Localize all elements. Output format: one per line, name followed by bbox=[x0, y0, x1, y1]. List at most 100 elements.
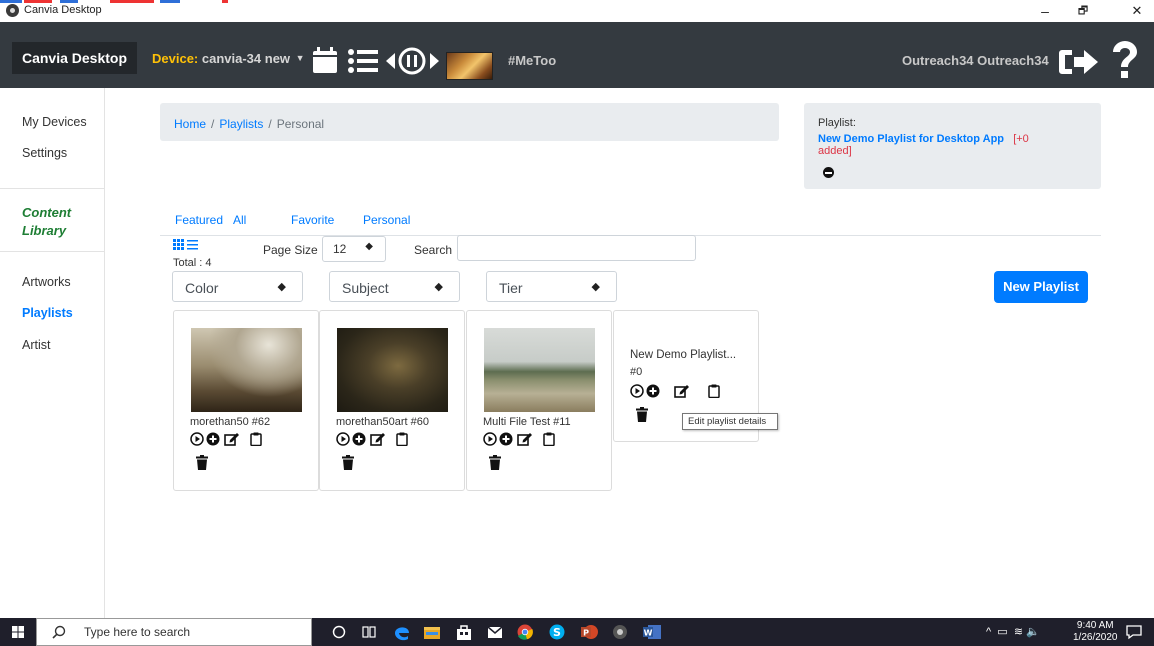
tab-featured[interactable]: Featured bbox=[175, 213, 223, 227]
play-icon[interactable] bbox=[190, 432, 204, 446]
playlist-added-suffix: added] bbox=[818, 145, 852, 157]
tab-all[interactable]: All bbox=[233, 213, 246, 227]
playlist-name[interactable]: New Demo Playlist for Desktop App [+0 ad… bbox=[818, 133, 1101, 157]
add-circle-icon[interactable] bbox=[352, 432, 366, 446]
grid-view-icon[interactable] bbox=[173, 239, 184, 250]
sidebar: My Devices Settings Content Library Artw… bbox=[0, 88, 105, 618]
edit-icon[interactable] bbox=[674, 384, 689, 398]
sidebar-section-content-library[interactable]: Content Library bbox=[22, 204, 71, 240]
trash-icon[interactable] bbox=[196, 455, 208, 470]
subject-filter-select[interactable]: Subject ◆ bbox=[329, 271, 460, 302]
titlebar-accent bbox=[0, 0, 230, 3]
previous-icon[interactable] bbox=[386, 53, 396, 69]
clock-time: 9:40 AM bbox=[1076, 620, 1114, 631]
chevron-up-icon[interactable]: ^ bbox=[986, 626, 991, 638]
chrome-icon[interactable] bbox=[517, 624, 533, 640]
play-icon[interactable] bbox=[336, 432, 350, 446]
search-input[interactable] bbox=[457, 235, 696, 261]
taskbar-search-input[interactable]: Type here to search bbox=[36, 618, 312, 646]
current-artwork-thumbnail[interactable] bbox=[446, 52, 493, 80]
minimize-button[interactable]: – bbox=[1028, 0, 1062, 22]
playlist-caption: Multi File Test #11 bbox=[483, 416, 571, 428]
maximize-button[interactable]: 🗗 bbox=[1066, 0, 1100, 22]
page-size-select[interactable]: 12 ◆ bbox=[322, 236, 386, 262]
system-tray[interactable]: ^ ▭ ≋ 🔈 bbox=[986, 625, 1040, 638]
battery-icon[interactable]: ▭ bbox=[997, 626, 1007, 638]
breadcrumb-playlists[interactable]: Playlists bbox=[219, 117, 263, 131]
clipboard-icon[interactable] bbox=[396, 432, 408, 446]
windows-start-icon[interactable] bbox=[0, 618, 36, 646]
windows-taskbar: Type here to search S P W ^ ▭ ≋ 🔈 9:40 A… bbox=[0, 618, 1154, 646]
trash-icon[interactable] bbox=[636, 407, 648, 422]
sidebar-item-my-devices[interactable]: My Devices bbox=[22, 115, 87, 129]
add-circle-icon[interactable] bbox=[499, 432, 513, 446]
powerpoint-icon[interactable]: P bbox=[580, 624, 598, 640]
color-filter-select[interactable]: Color ◆ bbox=[172, 271, 303, 302]
app-icon bbox=[6, 4, 19, 17]
next-icon[interactable] bbox=[429, 53, 439, 69]
file-explorer-icon[interactable] bbox=[424, 624, 440, 640]
current-hashtag: #MeToo bbox=[508, 53, 557, 68]
breadcrumb: Home / Playlists / Personal bbox=[160, 103, 779, 141]
skype-icon[interactable]: S bbox=[549, 624, 565, 640]
select-arrows-icon: ◆ bbox=[277, 281, 286, 293]
add-circle-icon[interactable] bbox=[206, 432, 220, 446]
add-circle-icon[interactable] bbox=[646, 384, 660, 398]
tab-personal[interactable]: Personal bbox=[363, 213, 410, 227]
sidebar-item-playlists[interactable]: Playlists bbox=[22, 306, 73, 320]
trash-icon[interactable] bbox=[342, 455, 354, 470]
playlist-caption: morethan50art #60 bbox=[336, 416, 429, 428]
edit-icon[interactable] bbox=[370, 432, 385, 446]
mail-icon[interactable] bbox=[487, 624, 503, 640]
close-button[interactable]: ✕ bbox=[1120, 0, 1154, 22]
sidebar-item-artworks[interactable]: Artworks bbox=[22, 275, 71, 289]
play-icon[interactable] bbox=[483, 432, 497, 446]
logout-icon[interactable] bbox=[1058, 47, 1100, 77]
subject-filter-value: Subject bbox=[342, 280, 389, 296]
clipboard-icon[interactable] bbox=[543, 432, 555, 446]
taskbar-clock[interactable]: 9:40 AM 1/26/2020 bbox=[1073, 620, 1118, 644]
edit-icon[interactable] bbox=[517, 432, 532, 446]
chevron-down-icon: ▼ bbox=[295, 53, 305, 63]
play-icon[interactable] bbox=[630, 384, 644, 398]
playlist-thumbnail[interactable] bbox=[191, 328, 302, 412]
sidebar-item-settings[interactable]: Settings bbox=[22, 146, 67, 160]
search-label: Search bbox=[414, 243, 453, 257]
store-icon[interactable] bbox=[456, 624, 472, 640]
clipboard-icon[interactable] bbox=[708, 384, 720, 398]
clipboard-icon[interactable] bbox=[250, 432, 262, 446]
canvia-taskbar-icon[interactable] bbox=[612, 624, 628, 640]
svg-text:W: W bbox=[644, 629, 653, 638]
edit-icon[interactable] bbox=[224, 432, 239, 446]
device-label: Device: bbox=[152, 51, 199, 66]
tier-filter-select[interactable]: Tier ◆ bbox=[486, 271, 617, 302]
device-selector[interactable]: Device: canvia-34 new ▼ bbox=[152, 51, 305, 66]
playlist-title[interactable]: New Demo Playlist... bbox=[630, 349, 736, 361]
playlist-thumbnail[interactable] bbox=[484, 328, 595, 412]
help-icon[interactable] bbox=[1110, 40, 1140, 82]
tab-favorite[interactable]: Favorite bbox=[291, 213, 334, 227]
pause-icon[interactable] bbox=[398, 47, 426, 75]
trash-icon[interactable] bbox=[489, 455, 501, 470]
wifi-icon[interactable]: ≋ bbox=[1014, 626, 1023, 638]
search-icon bbox=[52, 625, 66, 639]
new-playlist-button[interactable]: New Playlist bbox=[994, 271, 1088, 303]
breadcrumb-home[interactable]: Home bbox=[174, 117, 206, 131]
edge-browser-icon[interactable] bbox=[393, 623, 411, 641]
list-icon[interactable] bbox=[348, 49, 378, 73]
task-view-icon[interactable] bbox=[362, 625, 376, 639]
sidebar-item-artist[interactable]: Artist bbox=[22, 338, 50, 352]
playlist-card: morethan50art #60 bbox=[319, 310, 465, 491]
notifications-icon[interactable] bbox=[1126, 624, 1142, 640]
playlist-name-text: New Demo Playlist for Desktop App bbox=[818, 133, 1005, 145]
calendar-icon[interactable] bbox=[312, 46, 338, 74]
total-count: Total : 4 bbox=[173, 257, 212, 269]
word-icon[interactable]: W bbox=[643, 624, 661, 640]
brand-button[interactable]: Canvia Desktop bbox=[12, 42, 137, 74]
cortana-icon[interactable] bbox=[332, 625, 346, 639]
playlist-thumbnail[interactable] bbox=[337, 328, 448, 412]
remove-playlist-icon[interactable] bbox=[823, 167, 834, 178]
content-library-label-2: Library bbox=[22, 223, 67, 238]
volume-icon[interactable]: 🔈 bbox=[1026, 626, 1040, 638]
list-view-icon[interactable] bbox=[187, 240, 198, 250]
